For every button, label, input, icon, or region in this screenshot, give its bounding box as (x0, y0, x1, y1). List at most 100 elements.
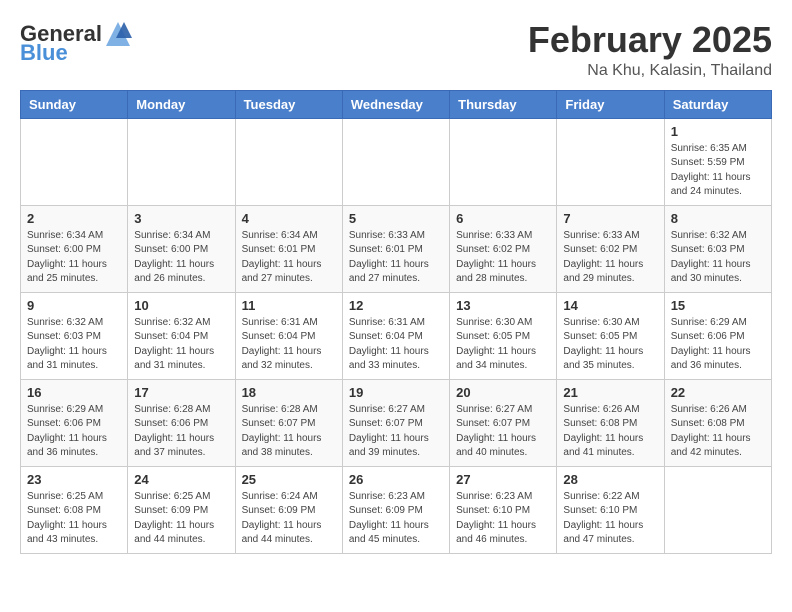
day-info: Sunrise: 6:28 AM Sunset: 6:06 PM Dayligh… (134, 403, 228, 461)
calendar-week-row: 2 Sunrise: 6:34 AM Sunset: 6:00 PM Daylig… (21, 205, 772, 292)
calendar-cell: 25 Sunrise: 6:24 AM Sunset: 6:09 PM Dayli… (235, 466, 342, 553)
day-number: 13 (456, 298, 550, 313)
day-info: Sunrise: 6:29 AM Sunset: 6:06 PM Dayligh… (27, 403, 121, 461)
day-number: 15 (671, 298, 765, 313)
day-info: Sunrise: 6:34 AM Sunset: 6:01 PM Dayligh… (242, 229, 336, 287)
page-header: General Blue February 2025 Na Khu, Kalas… (20, 20, 772, 80)
logo: General Blue (20, 20, 132, 66)
calendar-cell: 11 Sunrise: 6:31 AM Sunset: 6:04 PM Dayli… (235, 292, 342, 379)
calendar-cell: 1 Sunrise: 6:35 AM Sunset: 5:59 PM Daylig… (664, 118, 771, 205)
day-info: Sunrise: 6:33 AM Sunset: 6:02 PM Dayligh… (563, 229, 657, 287)
logo-blue: Blue (20, 40, 68, 66)
day-info: Sunrise: 6:23 AM Sunset: 6:09 PM Dayligh… (349, 490, 443, 548)
day-info: Sunrise: 6:31 AM Sunset: 6:04 PM Dayligh… (349, 316, 443, 374)
day-number: 19 (349, 385, 443, 400)
day-number: 11 (242, 298, 336, 313)
weekday-header-sunday: Sunday (21, 90, 128, 118)
day-info: Sunrise: 6:34 AM Sunset: 6:00 PM Dayligh… (134, 229, 228, 287)
day-info: Sunrise: 6:30 AM Sunset: 6:05 PM Dayligh… (563, 316, 657, 374)
calendar-cell (21, 118, 128, 205)
calendar-cell: 20 Sunrise: 6:27 AM Sunset: 6:07 PM Dayli… (450, 379, 557, 466)
calendar-cell: 12 Sunrise: 6:31 AM Sunset: 6:04 PM Dayli… (342, 292, 449, 379)
day-info: Sunrise: 6:34 AM Sunset: 6:00 PM Dayligh… (27, 229, 121, 287)
title-block: February 2025 Na Khu, Kalasin, Thailand (528, 20, 772, 80)
logo-icon (104, 20, 132, 48)
day-info: Sunrise: 6:23 AM Sunset: 6:10 PM Dayligh… (456, 490, 550, 548)
day-number: 23 (27, 472, 121, 487)
calendar-cell: 24Sunrise: 6:25 AM Sunset: 6:09 PM Dayli… (128, 466, 235, 553)
calendar-cell: 4 Sunrise: 6:34 AM Sunset: 6:01 PM Daylig… (235, 205, 342, 292)
day-info: Sunrise: 6:32 AM Sunset: 6:03 PM Dayligh… (27, 316, 121, 374)
day-number: 4 (242, 211, 336, 226)
calendar-week-row: 9 Sunrise: 6:32 AM Sunset: 6:03 PM Daylig… (21, 292, 772, 379)
weekday-header-wednesday: Wednesday (342, 90, 449, 118)
day-number: 17 (134, 385, 228, 400)
calendar-cell: 27 Sunrise: 6:23 AM Sunset: 6:10 PM Dayli… (450, 466, 557, 553)
day-number: 24 (134, 472, 228, 487)
weekday-header-monday: Monday (128, 90, 235, 118)
calendar-cell: 10 Sunrise: 6:32 AM Sunset: 6:04 PM Dayli… (128, 292, 235, 379)
calendar-cell: 17 Sunrise: 6:28 AM Sunset: 6:06 PM Dayli… (128, 379, 235, 466)
calendar-cell: 16 Sunrise: 6:29 AM Sunset: 6:06 PM Dayli… (21, 379, 128, 466)
day-number: 1 (671, 124, 765, 139)
day-info: Sunrise: 6:24 AM Sunset: 6:09 PM Dayligh… (242, 490, 336, 548)
day-number: 12 (349, 298, 443, 313)
day-info: Sunrise: 6:33 AM Sunset: 6:02 PM Dayligh… (456, 229, 550, 287)
day-number: 28 (563, 472, 657, 487)
calendar-cell: 23Sunrise: 6:25 AM Sunset: 6:08 PM Dayli… (21, 466, 128, 553)
location-title: Na Khu, Kalasin, Thailand (528, 62, 772, 80)
day-number: 20 (456, 385, 550, 400)
day-info: Sunrise: 6:29 AM Sunset: 6:06 PM Dayligh… (671, 316, 765, 374)
day-number: 18 (242, 385, 336, 400)
day-number: 9 (27, 298, 121, 313)
day-number: 10 (134, 298, 228, 313)
calendar-cell: 19 Sunrise: 6:27 AM Sunset: 6:07 PM Dayli… (342, 379, 449, 466)
day-info: Sunrise: 6:22 AM Sunset: 6:10 PM Dayligh… (563, 490, 657, 548)
calendar-table: SundayMondayTuesdayWednesdayThursdayFrid… (20, 90, 772, 554)
day-number: 14 (563, 298, 657, 313)
day-number: 16 (27, 385, 121, 400)
weekday-header-thursday: Thursday (450, 90, 557, 118)
calendar-week-row: 23Sunrise: 6:25 AM Sunset: 6:08 PM Dayli… (21, 466, 772, 553)
day-info: Sunrise: 6:27 AM Sunset: 6:07 PM Dayligh… (456, 403, 550, 461)
calendar-cell: 6 Sunrise: 6:33 AM Sunset: 6:02 PM Daylig… (450, 205, 557, 292)
day-info: Sunrise: 6:32 AM Sunset: 6:03 PM Dayligh… (671, 229, 765, 287)
weekday-header-friday: Friday (557, 90, 664, 118)
calendar-cell: 9 Sunrise: 6:32 AM Sunset: 6:03 PM Daylig… (21, 292, 128, 379)
day-info: Sunrise: 6:35 AM Sunset: 5:59 PM Dayligh… (671, 142, 765, 200)
calendar-cell (557, 118, 664, 205)
calendar-cell: 15 Sunrise: 6:29 AM Sunset: 6:06 PM Dayli… (664, 292, 771, 379)
day-info: Sunrise: 6:26 AM Sunset: 6:08 PM Dayligh… (563, 403, 657, 461)
calendar-header-row: SundayMondayTuesdayWednesdayThursdayFrid… (21, 90, 772, 118)
calendar-cell: 21Sunrise: 6:26 AM Sunset: 6:08 PM Dayli… (557, 379, 664, 466)
calendar-cell: 14 Sunrise: 6:30 AM Sunset: 6:05 PM Dayli… (557, 292, 664, 379)
day-number: 25 (242, 472, 336, 487)
day-number: 5 (349, 211, 443, 226)
day-number: 6 (456, 211, 550, 226)
calendar-cell (664, 466, 771, 553)
day-info: Sunrise: 6:30 AM Sunset: 6:05 PM Dayligh… (456, 316, 550, 374)
calendar-cell (342, 118, 449, 205)
calendar-cell: 28 Sunrise: 6:22 AM Sunset: 6:10 PM Dayli… (557, 466, 664, 553)
day-number: 22 (671, 385, 765, 400)
calendar-cell: 3Sunrise: 6:34 AM Sunset: 6:00 PM Daylig… (128, 205, 235, 292)
calendar-cell: 26 Sunrise: 6:23 AM Sunset: 6:09 PM Dayli… (342, 466, 449, 553)
day-number: 27 (456, 472, 550, 487)
calendar-week-row: 16 Sunrise: 6:29 AM Sunset: 6:06 PM Dayli… (21, 379, 772, 466)
calendar-cell: 2 Sunrise: 6:34 AM Sunset: 6:00 PM Daylig… (21, 205, 128, 292)
calendar-cell (235, 118, 342, 205)
day-number: 7 (563, 211, 657, 226)
weekday-header-saturday: Saturday (664, 90, 771, 118)
day-number: 26 (349, 472, 443, 487)
calendar-cell: 5Sunrise: 6:33 AM Sunset: 6:01 PM Daylig… (342, 205, 449, 292)
calendar-cell: 13 Sunrise: 6:30 AM Sunset: 6:05 PM Dayli… (450, 292, 557, 379)
day-info: Sunrise: 6:27 AM Sunset: 6:07 PM Dayligh… (349, 403, 443, 461)
day-info: Sunrise: 6:32 AM Sunset: 6:04 PM Dayligh… (134, 316, 228, 374)
calendar-cell: 18Sunrise: 6:28 AM Sunset: 6:07 PM Dayli… (235, 379, 342, 466)
day-number: 8 (671, 211, 765, 226)
calendar-cell (450, 118, 557, 205)
day-number: 2 (27, 211, 121, 226)
calendar-cell: 7 Sunrise: 6:33 AM Sunset: 6:02 PM Daylig… (557, 205, 664, 292)
calendar-cell: 8 Sunrise: 6:32 AM Sunset: 6:03 PM Daylig… (664, 205, 771, 292)
day-info: Sunrise: 6:31 AM Sunset: 6:04 PM Dayligh… (242, 316, 336, 374)
